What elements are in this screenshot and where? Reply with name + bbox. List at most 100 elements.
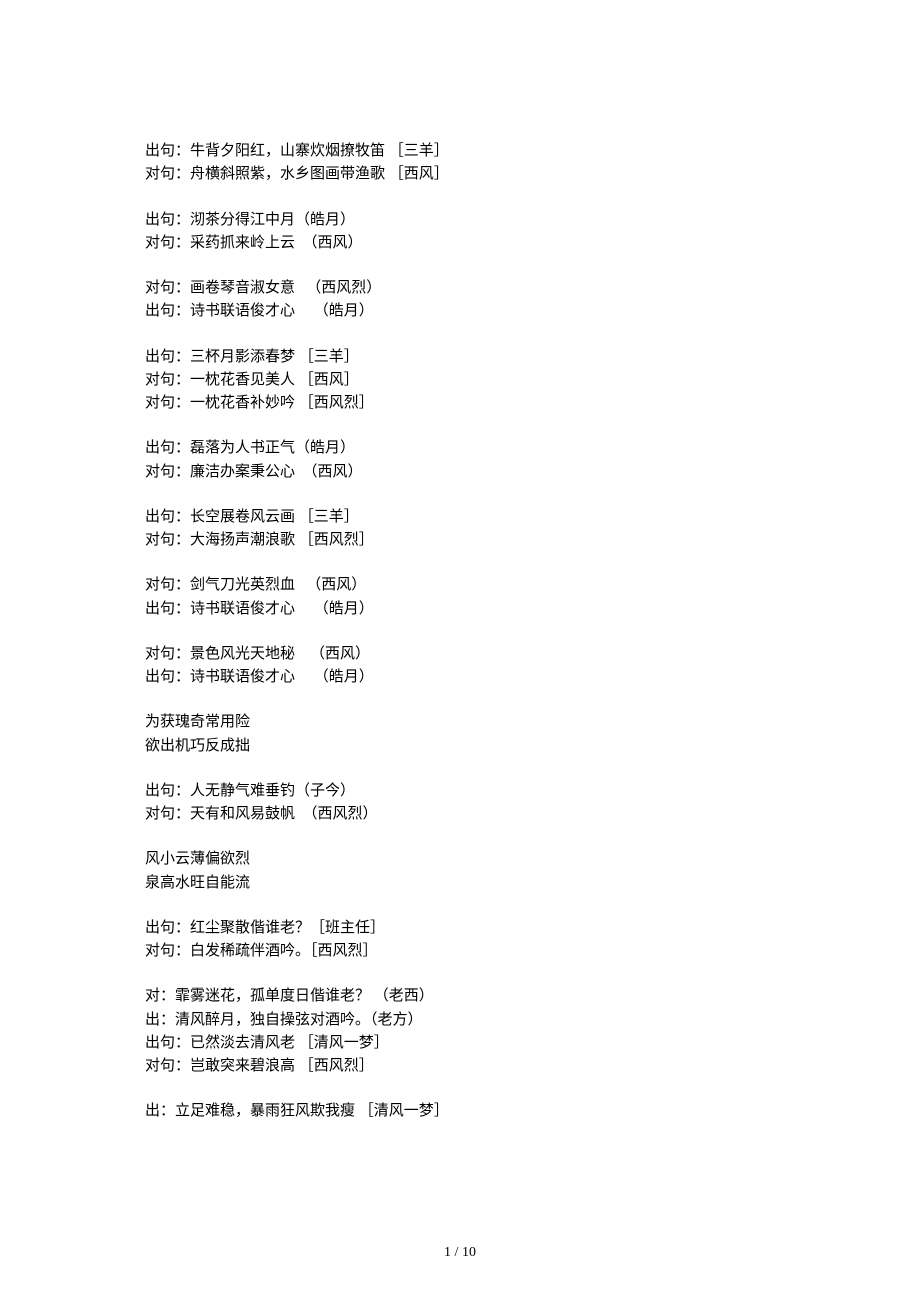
couplet-group: 对：霏雾迷花，孤单度日偕谁老？ （老西）出：清风醉月，独自操弦对酒吟。（老方）出…	[145, 985, 775, 1078]
couplet-group: 出句：磊落为人书正气（皓月）对句：廉洁办案秉公心 （西风）	[145, 437, 775, 484]
line-label: 出句：	[145, 783, 190, 799]
couplet-line: 出句：人无静气难垂钓（子今）	[145, 780, 775, 803]
line-author: ［三羊］	[299, 509, 359, 525]
couplet-group: 对句：剑气刀光英烈血 （西风） 出句：诗书联语俊才心 （皓月）	[145, 574, 775, 621]
line-author: ［西风烈］	[299, 395, 374, 411]
line-label: 出句：	[145, 143, 190, 159]
line-text: 欲出机巧反成拙	[145, 738, 250, 754]
couplet-line: 对句：采药抓来岭上云 （西风）	[145, 232, 775, 255]
line-text: 长空展卷风云画	[190, 509, 299, 525]
line-author: ［西风］	[299, 372, 359, 388]
line-author: （西风）	[310, 646, 370, 662]
line-author: （西风）	[303, 464, 363, 480]
line-text: 风小云薄偏欲烈	[145, 851, 250, 867]
couplet-group: 出句：三杯月影添春梦 ［三羊］对句：一枕花香见美人 ［西风］对句：一枕花香补妙吟…	[145, 346, 775, 416]
couplet-line: 出句：诗书联语俊才心 （皓月）	[145, 598, 775, 621]
line-author: ［三羊］	[299, 349, 359, 365]
line-author: ［清风一梦］	[359, 1103, 449, 1119]
page-footer: 1 / 10	[0, 1242, 920, 1264]
line-label: 出句：	[145, 1035, 190, 1051]
line-author: ［班主任］	[310, 920, 385, 936]
line-label: 对句：	[145, 806, 190, 822]
line-label: 出句：	[145, 509, 190, 525]
couplet-line: 为获瑰奇常用险	[145, 711, 775, 734]
line-text: 为获瑰奇常用险	[145, 714, 250, 730]
couplet-line: 出句：牛背夕阳红，山寨炊烟撩牧笛 ［三羊］	[145, 140, 775, 163]
line-author: （皓月）	[314, 601, 374, 617]
line-label: 对句：	[145, 1058, 190, 1074]
couplet-line: 出句：已然淡去清风老 ［清风一梦］	[145, 1032, 775, 1055]
line-text: 清风醉月，独自操弦对酒吟。	[175, 1012, 370, 1028]
line-label: 对句：	[145, 577, 190, 593]
line-text: 人无静气难垂钓	[190, 783, 295, 799]
couplet-group: 出句：沏茶分得江中月（皓月）对句：采药抓来岭上云 （西风）	[145, 209, 775, 256]
line-text: 采药抓来岭上云	[190, 235, 303, 251]
line-label: 出句：	[145, 920, 190, 936]
line-label: 对句：	[145, 646, 190, 662]
couplet-line: 对句：一枕花香见美人 ［西风］	[145, 369, 775, 392]
line-text: 剑气刀光英烈血	[190, 577, 306, 593]
line-text: 岂敢突来碧浪高	[190, 1058, 299, 1074]
line-author: （西风烈）	[306, 280, 381, 296]
couplet-line: 对句：白发稀疏伴酒吟。［西风烈］	[145, 940, 775, 963]
line-text: 廉洁办案秉公心	[190, 464, 303, 480]
line-label: 对句：	[145, 395, 190, 411]
line-label: 对句：	[145, 943, 190, 959]
line-author: （皓月）	[295, 440, 355, 456]
couplet-line: 对句：一枕花香补妙吟 ［西风烈］	[145, 392, 775, 415]
page-number-current: 1	[444, 1245, 451, 1260]
line-text: 白发稀疏伴酒吟。	[190, 943, 310, 959]
page-number-total: 10	[462, 1245, 476, 1260]
line-label: 对句：	[145, 532, 190, 548]
line-label: 出句：	[145, 303, 190, 319]
line-author: ［西风］	[389, 166, 449, 182]
couplet-line: 出句：诗书联语俊才心 （皓月）	[145, 666, 775, 689]
line-text: 画卷琴音淑女意	[190, 280, 306, 296]
couplet-line: 对句：廉洁办案秉公心 （西风）	[145, 461, 775, 484]
line-label: 出句：	[145, 349, 190, 365]
couplet-group: 为获瑰奇常用险欲出机巧反成拙	[145, 711, 775, 758]
couplet-line: 风小云薄偏欲烈	[145, 848, 775, 871]
line-text: 三杯月影添春梦	[190, 349, 299, 365]
line-text: 景色风光天地秘	[190, 646, 310, 662]
line-author: ［西风烈］	[299, 1058, 374, 1074]
line-text: 大海扬声潮浪歌	[190, 532, 299, 548]
couplet-group: 出句：红尘聚散偕谁老？［班主任］对句：白发稀疏伴酒吟。［西风烈］	[145, 917, 775, 964]
couplet-line: 对句：岂敢突来碧浪高 ［西风烈］	[145, 1055, 775, 1078]
line-text: 磊落为人书正气	[190, 440, 295, 456]
line-label: 出句：	[145, 669, 190, 685]
line-text: 立足难稳，暴雨狂风欺我瘦	[175, 1103, 359, 1119]
line-author: （子今）	[295, 783, 355, 799]
line-author: （皓月）	[314, 669, 374, 685]
line-label: 出：	[145, 1103, 175, 1119]
line-author: （老西）	[374, 988, 434, 1004]
line-author: （皓月）	[295, 212, 355, 228]
line-author: （老方）	[370, 1012, 423, 1028]
line-text: 红尘聚散偕谁老？	[190, 920, 310, 936]
couplet-line: 出句：三杯月影添春梦 ［三羊］	[145, 346, 775, 369]
line-text: 天有和风易鼓帆	[190, 806, 303, 822]
couplet-group: 出：立足难稳，暴雨狂风欺我瘦 ［清风一梦］	[145, 1100, 775, 1123]
line-text: 诗书联语俊才心	[190, 669, 314, 685]
line-label: 对句：	[145, 166, 190, 182]
couplet-group: 出句：牛背夕阳红，山寨炊烟撩牧笛 ［三羊］对句：舟横斜照紫，水乡图画带渔歌 ［西…	[145, 140, 775, 187]
couplet-line: 对句：舟横斜照紫，水乡图画带渔歌 ［西风］	[145, 163, 775, 186]
line-label: 对：	[145, 988, 175, 1004]
line-text: 霏雾迷花，孤单度日偕谁老？	[175, 988, 374, 1004]
couplet-group: 出句：人无静气难垂钓（子今） 对句：天有和风易鼓帆 （西风烈）	[145, 780, 775, 827]
couplet-line: 对：霏雾迷花，孤单度日偕谁老？ （老西）	[145, 985, 775, 1008]
line-text: 一枕花香补妙吟	[190, 395, 299, 411]
couplet-line: 出：清风醉月，独自操弦对酒吟。（老方）	[145, 1009, 775, 1032]
couplet-group: 出句：长空展卷风云画 ［三羊］对句：大海扬声潮浪歌 ［西风烈］	[145, 506, 775, 553]
couplet-line: 对句：画卷琴音淑女意 （西风烈）	[145, 277, 775, 300]
couplet-line: 出句：红尘聚散偕谁老？［班主任］	[145, 917, 775, 940]
line-author: （西风）	[306, 577, 366, 593]
line-label: 出：	[145, 1012, 175, 1028]
line-text: 舟横斜照紫，水乡图画带渔歌	[190, 166, 389, 182]
document-page: 出句：牛背夕阳红，山寨炊烟撩牧笛 ［三羊］对句：舟横斜照紫，水乡图画带渔歌 ［西…	[0, 0, 920, 1302]
page-number-sep: /	[451, 1245, 462, 1260]
line-text: 沏茶分得江中月	[190, 212, 295, 228]
line-author: （西风烈）	[303, 806, 378, 822]
line-label: 出句：	[145, 601, 190, 617]
couplet-line: 出句：诗书联语俊才心 （皓月）	[145, 300, 775, 323]
